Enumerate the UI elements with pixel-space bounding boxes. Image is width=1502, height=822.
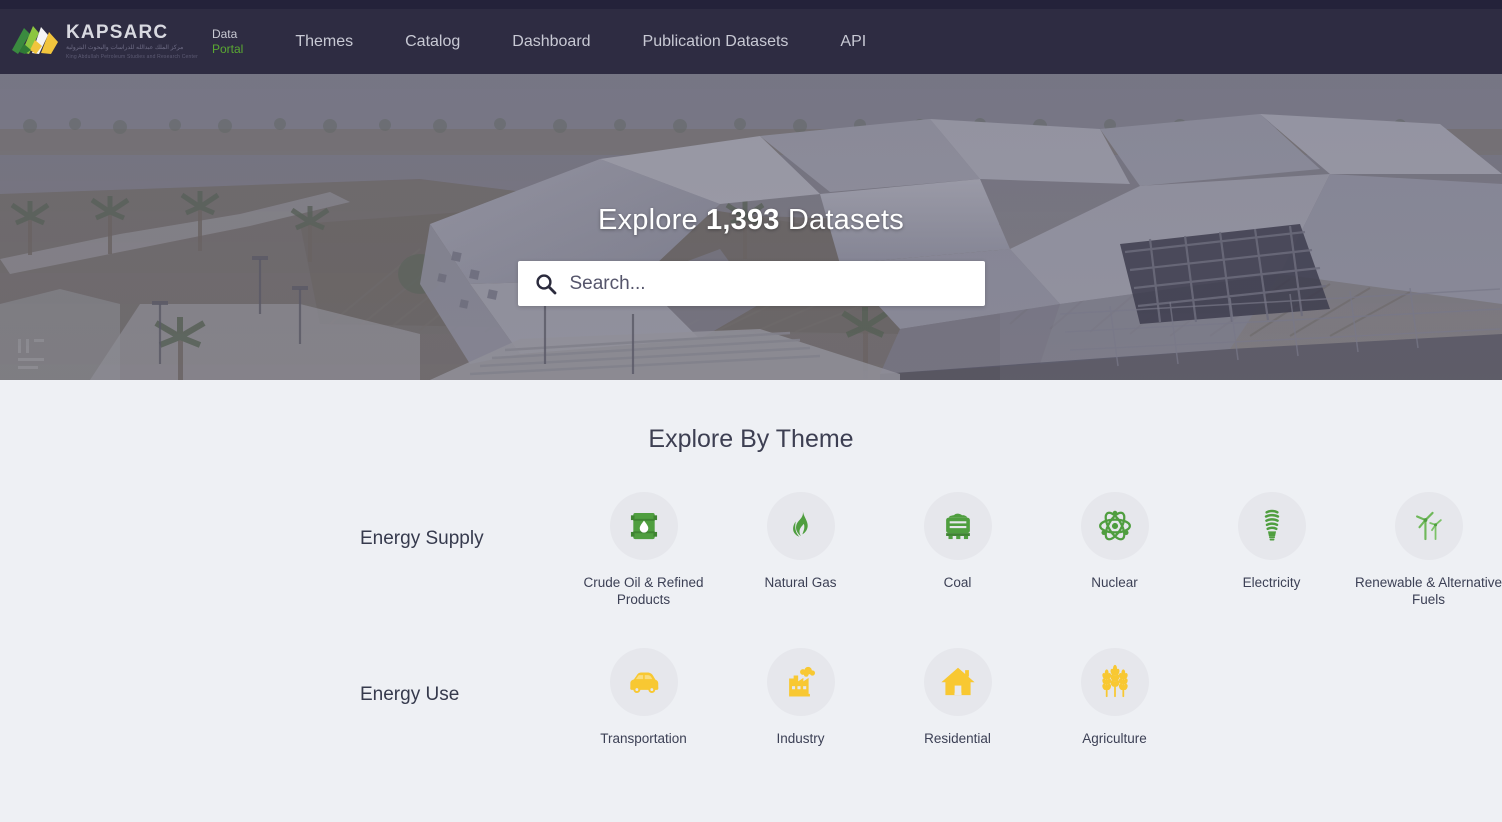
theme-tile-nuclear[interactable]: Nuclear — [1036, 492, 1193, 608]
house-icon — [940, 667, 975, 696]
nav-item-publication-datasets[interactable]: Publication Datasets — [643, 33, 789, 51]
page-title: Explore By Theme — [648, 425, 854, 453]
theme-tile-icon-wrap — [609, 492, 678, 560]
theme-tile-agriculture[interactable]: Agriculture — [1036, 648, 1193, 747]
theme-tile-icon-wrap — [609, 648, 678, 716]
theme-tile-electricity[interactable]: Electricity — [1193, 492, 1350, 608]
theme-tile-label: Natural Gas — [764, 575, 837, 590]
theme-tile-label: Nuclear — [1091, 575, 1138, 590]
wind-turbine-icon — [1415, 511, 1442, 541]
hero-title: Explore 1,393 Datasets — [598, 204, 904, 237]
hero-title-suffix: Datasets — [779, 204, 904, 236]
theme-tiles-energy-use: Transportation Industry Residential Agri… — [565, 648, 1193, 747]
top-strip — [0, 0, 1502, 9]
wheat-icon — [1101, 664, 1128, 698]
theme-tile-label: Industry — [776, 731, 825, 746]
site-logo[interactable]: KAPSARC مركز الملك عبدالله للدراسات والب… — [8, 14, 198, 70]
hero-banner: Explore 1,393 Datasets — [0, 74, 1502, 380]
theme-tile-icon-wrap — [766, 492, 835, 560]
theme-tile-label: Renewable & Alternative Fuels — [1354, 575, 1502, 607]
nav-item-catalog[interactable]: Catalog — [405, 33, 460, 51]
theme-row-energy-supply: Energy Supply Crude Oil & Refined Produc… — [0, 492, 1502, 608]
search-input[interactable] — [569, 272, 950, 295]
theme-tile-icon-wrap — [766, 648, 835, 716]
theme-tile-icon-wrap — [923, 492, 992, 560]
theme-tile-transportation[interactable]: Transportation — [565, 648, 722, 747]
main-content: Explore By Theme Energy Supply Crude Oil… — [0, 380, 1502, 747]
site-header: KAPSARC مركز الملك عبدالله للدراسات والب… — [0, 9, 1502, 74]
portal-line-portal: Portal — [211, 41, 244, 56]
logo-arabic-line2: King Abdullah Petroleum Studies and Rese… — [66, 54, 198, 60]
theme-tile-icon-wrap — [1080, 648, 1149, 716]
search-icon — [535, 273, 556, 294]
cfl-bulb-icon — [1264, 509, 1279, 541]
hero-title-prefix: Explore — [598, 204, 707, 236]
theme-tile-icon-wrap — [1080, 492, 1149, 560]
factory-icon — [788, 666, 815, 697]
theme-tile-crude-oil[interactable]: Crude Oil & Refined Products — [565, 492, 722, 608]
theme-tile-label: Residential — [924, 731, 991, 746]
theme-tile-coal[interactable]: Coal — [879, 492, 1036, 608]
theme-tile-label: Agriculture — [1082, 731, 1147, 746]
theme-tile-icon-wrap — [1394, 492, 1463, 560]
main-navigation: Themes Catalog Dashboard Publication Dat… — [295, 33, 918, 51]
hero-dataset-count: 1,393 — [706, 204, 780, 236]
theme-tile-residential[interactable]: Residential — [879, 648, 1036, 747]
theme-row-energy-use: Energy Use Transportation Industry Resid… — [0, 648, 1502, 747]
theme-tiles-energy-supply: Crude Oil & Refined Products Natural Gas — [565, 492, 1502, 608]
theme-tile-industry[interactable]: Industry — [722, 648, 879, 747]
theme-tile-label: Crude Oil & Refined Products — [583, 575, 704, 607]
kapsarc-logo-mark-icon — [12, 25, 58, 54]
flame-icon — [792, 510, 808, 537]
theme-tile-icon-wrap — [923, 648, 992, 716]
theme-row-label-energy-use: Energy Use — [360, 684, 460, 705]
portal-line-data: Data — [211, 26, 238, 41]
logo-arabic-line1: مركز الملك عبدالله للدراسات والبحوث البت… — [66, 45, 184, 51]
logo-wordmark: KAPSARC — [66, 22, 169, 43]
theme-tile-natural-gas[interactable]: Natural Gas — [722, 492, 879, 608]
nav-item-dashboard[interactable]: Dashboard — [512, 33, 590, 51]
oil-barrel-icon — [630, 512, 657, 540]
theme-tile-label: Transportation — [600, 731, 687, 746]
theme-tile-renewable[interactable]: Renewable & Alternative Fuels — [1350, 492, 1502, 608]
car-icon — [629, 672, 658, 694]
nav-item-themes[interactable]: Themes — [295, 33, 353, 51]
theme-tile-label: Coal — [943, 575, 972, 590]
nav-item-api[interactable]: API — [840, 33, 866, 51]
data-portal-label: Data Portal — [212, 27, 243, 57]
coal-wagon-icon — [945, 513, 970, 540]
theme-tile-icon-wrap — [1237, 492, 1306, 560]
atom-icon — [1098, 510, 1131, 541]
theme-tile-label: Electricity — [1242, 575, 1301, 590]
theme-row-label-energy-supply: Energy Supply — [360, 528, 484, 549]
search-box[interactable] — [517, 261, 985, 306]
